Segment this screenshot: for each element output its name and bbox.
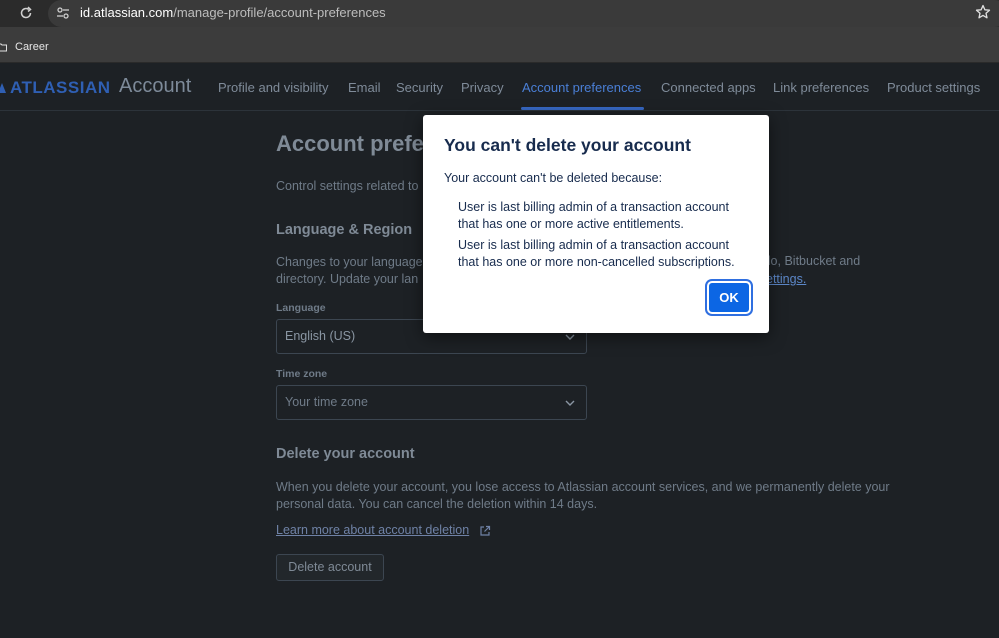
site-settings-icon[interactable]	[55, 5, 71, 21]
profile-settings-link[interactable]: ettings.	[766, 272, 806, 286]
cannot-delete-dialog: You can't delete your account Your accou…	[423, 115, 769, 333]
atlassian-logo-icon	[0, 83, 6, 93]
external-link-icon	[480, 525, 491, 536]
nav-email[interactable]: Email	[348, 80, 381, 95]
nav-link-preferences[interactable]: Link preferences	[773, 80, 869, 95]
chevron-down-icon	[565, 334, 575, 340]
timezone-placeholder: Your time zone	[285, 395, 368, 409]
bookmark-career[interactable]: Career	[15, 41, 49, 53]
delete-account-text-line2: personal data. You can cancel the deleti…	[276, 497, 598, 511]
ok-button[interactable]: OK	[709, 283, 749, 312]
logo-product-name: Account	[119, 75, 192, 97]
active-tab-indicator	[521, 107, 644, 110]
language-region-text-line2: directory. Update your lan	[276, 272, 419, 286]
language-region-text-line1-end: llo, Bitbucket and	[765, 254, 861, 268]
delete-account-heading: Delete your account	[276, 446, 415, 462]
logo-wordmark: ATLASSIAN	[10, 78, 111, 97]
nav-account-preferences[interactable]: Account preferences	[522, 80, 641, 95]
nav-security[interactable]: Security	[396, 80, 443, 95]
chevron-down-icon	[565, 400, 575, 406]
language-region-heading: Language & Region	[276, 222, 413, 238]
dialog-intro: Your account can't be deleted because:	[444, 171, 663, 185]
reason-1-line1: User is last billing admin of a transact…	[458, 200, 729, 214]
nav-profile-and-visibility[interactable]: Profile and visibility	[218, 80, 329, 95]
address-text[interactable]: id.atlassian.com/manage-profile/account-…	[80, 5, 386, 20]
page-description: Control settings related to	[276, 179, 419, 193]
delete-account-text-line1: When you delete your account, you lose a…	[276, 480, 890, 494]
page-title: Account prefer	[276, 131, 433, 156]
delete-account-button[interactable]: Delete account	[276, 554, 384, 581]
timezone-select[interactable]: Your time zone	[276, 385, 587, 420]
bookmarks-bar	[0, 27, 999, 63]
reason-1-line2: that has one or more active entitlements…	[458, 217, 684, 231]
reload-icon[interactable]	[18, 5, 34, 21]
nav-product-settings[interactable]: Product settings	[887, 80, 980, 95]
url-path: /manage-profile/account-preferences	[173, 5, 386, 20]
language-region-text-line1: Changes to your language	[276, 255, 423, 269]
url-host: id.atlassian.com	[80, 5, 174, 20]
nav-privacy[interactable]: Privacy	[461, 80, 504, 95]
folder-icon	[0, 43, 7, 52]
nav-connected-apps[interactable]: Connected apps	[661, 80, 756, 95]
language-value: English (US)	[285, 329, 356, 343]
learn-more-deletion-link[interactable]: Learn more about account deletion	[276, 523, 469, 537]
dialog-title: You can't delete your account	[444, 135, 691, 155]
bookmark-star-icon[interactable]	[975, 4, 991, 20]
timezone-label: Time zone	[276, 368, 328, 380]
reason-2-line2: that has one or more non-cancelled subsc…	[458, 255, 735, 269]
reason-2-line1: User is last billing admin of a transact…	[458, 238, 729, 252]
language-label: Language	[276, 302, 326, 314]
